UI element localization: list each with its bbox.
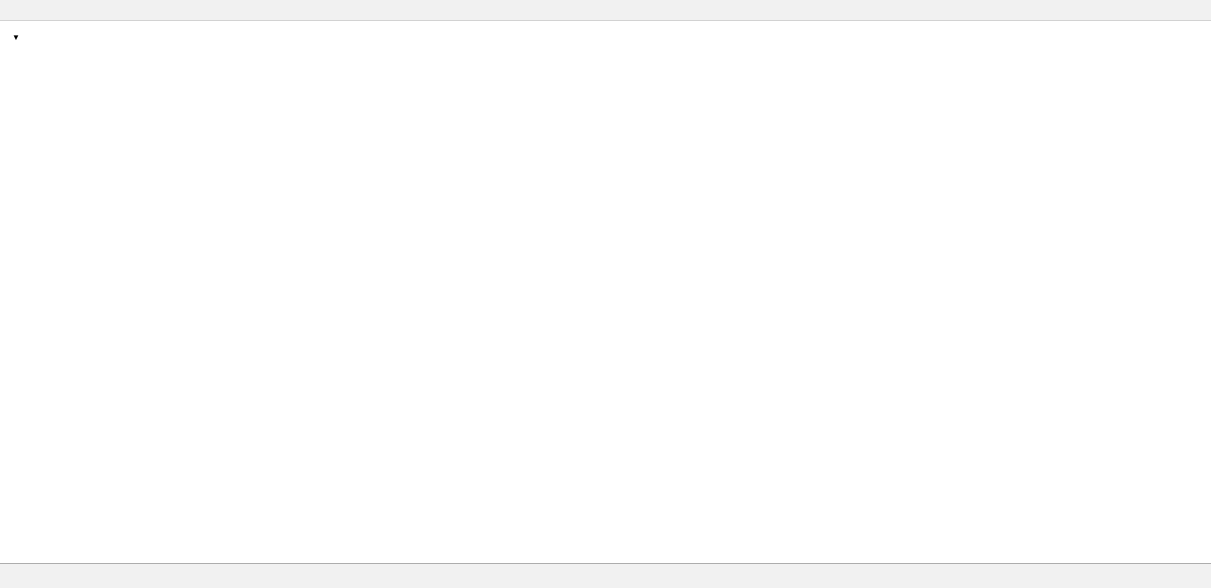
timeframe-toolbar bbox=[0, 0, 1211, 21]
rsi-indicator-label bbox=[11, 491, 14, 503]
chart-tab-bar bbox=[0, 563, 1211, 588]
chart-title-collapse-icon[interactable]: ▼ bbox=[12, 33, 20, 42]
macd-indicator-label bbox=[11, 447, 14, 459]
chart-canvas[interactable] bbox=[0, 0, 1211, 588]
chart-title: ▼ bbox=[12, 30, 34, 44]
